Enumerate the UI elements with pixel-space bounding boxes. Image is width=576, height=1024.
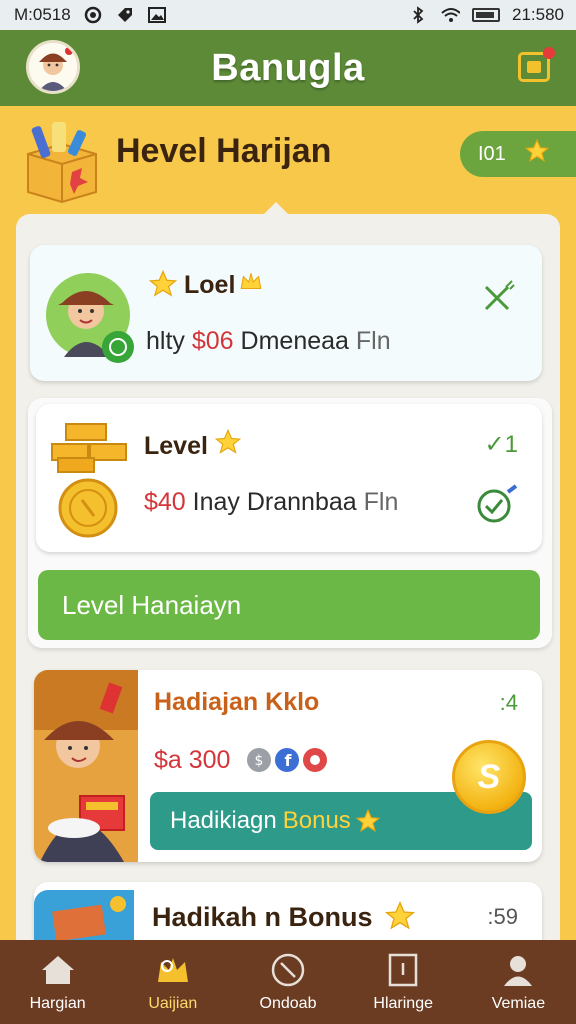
- card-detail: hlty $06 Dmeneaa Fln: [146, 327, 391, 356]
- facebook-icon[interactable]: f: [274, 746, 300, 774]
- nav-item-profile[interactable]: Vemiae: [461, 940, 576, 1024]
- nav-item-home[interactable]: Hargian: [0, 940, 115, 1024]
- avatar[interactable]: [26, 40, 80, 94]
- card-side-value: :59: [487, 904, 518, 929]
- image-icon: [147, 6, 167, 24]
- nav-label: Hlaringe: [373, 995, 433, 1012]
- nav-label: Hargian: [29, 995, 86, 1012]
- coin-icon: [56, 478, 126, 545]
- close-icon[interactable]: [480, 279, 516, 320]
- card-title: Hadikah n Bonus: [152, 902, 373, 932]
- gold-bars-icon: [50, 418, 130, 479]
- svg-text:f: f: [285, 751, 293, 770]
- card-badge: Fln: [355, 327, 391, 355]
- bluetooth-icon: [408, 6, 428, 24]
- star-icon: [148, 269, 178, 304]
- title-area: Hevel Harijan I01: [0, 106, 576, 216]
- status-time-left: M:0518: [14, 5, 71, 24]
- card-detail-label: hlty: [146, 327, 185, 355]
- bonus-button-label: Hadikiagn: [170, 807, 277, 834]
- reward-card-2[interactable]: Level ✓1 $40 Inay Drannbaa Fln: [36, 404, 542, 552]
- nav-label: Vemiae: [491, 995, 546, 1012]
- reward-amount: $06: [191, 327, 234, 355]
- dollar-icon: $: [247, 748, 271, 772]
- home-icon: [38, 951, 78, 989]
- star-icon: [384, 900, 416, 937]
- nav-label: Uaijian: [148, 995, 198, 1012]
- character-illustration: [34, 670, 138, 862]
- reward-amount: $a 300: [154, 746, 231, 774]
- page-title: Hevel Harijan: [116, 132, 332, 170]
- level-button-label: Level Hanaiayn: [62, 589, 242, 620]
- nav-item-document[interactable]: Hlaringe: [346, 940, 461, 1024]
- character-avatar: [44, 265, 134, 363]
- card-detail-text: Dmeneaa: [240, 327, 349, 355]
- card-detail: $a 300: [154, 746, 230, 775]
- app-title: Banugla: [211, 46, 365, 89]
- check-circle-icon[interactable]: [476, 484, 520, 529]
- social-icons: $ f: [246, 746, 328, 774]
- status-time-right: 21:580: [512, 5, 564, 24]
- record-icon: [83, 6, 103, 24]
- nav-item-compass[interactable]: Ondoab: [230, 940, 345, 1024]
- coin-label: S: [477, 757, 501, 796]
- status-bar: M:0518 21:580: [0, 0, 576, 30]
- card-detail: $40 Inay Drannbaa Fln: [144, 488, 398, 517]
- level-pill[interactable]: I01: [460, 131, 576, 177]
- card-side-value: ✓1: [484, 431, 518, 458]
- level-button[interactable]: Level Hanaiayn: [38, 570, 540, 640]
- bottom-nav: Hargian Uaijian Ondoab Hlaringe Vemiae: [0, 940, 576, 1024]
- tag-icon: [115, 6, 135, 24]
- reward-card-1[interactable]: Loel hlty $06 Dmeneaa Fln: [30, 245, 542, 381]
- level-pill-label: I01: [478, 142, 506, 165]
- card-side-value: :4: [499, 690, 518, 715]
- star-icon: [214, 428, 242, 461]
- crown-icon: [153, 951, 193, 989]
- card-detail-text: Inay Drannbaa: [192, 488, 357, 516]
- wifi-icon: [440, 6, 460, 24]
- notification-button[interactable]: [518, 47, 555, 82]
- svg-text:$: $: [255, 753, 264, 769]
- nav-label: Ondoab: [259, 995, 317, 1012]
- battery-icon: [472, 8, 500, 22]
- crown-icon: [238, 269, 264, 300]
- share-icon[interactable]: [302, 746, 328, 774]
- gift-box-icon: [22, 120, 102, 204]
- compass-icon: [268, 951, 308, 989]
- card-title: Loel: [184, 271, 236, 299]
- nav-item-crown[interactable]: Uaijian: [115, 940, 230, 1024]
- star-icon: [524, 138, 550, 170]
- app-header: Banugla: [0, 30, 576, 106]
- star-icon: [355, 808, 381, 834]
- card-title: Hadiajan Kklo: [154, 688, 320, 716]
- profile-icon: [498, 951, 538, 989]
- notification-dot: [543, 47, 555, 59]
- coin-badge: S: [452, 740, 526, 814]
- card-title: Level: [144, 432, 208, 460]
- document-icon: [383, 951, 423, 989]
- reward-amount: $40: [144, 488, 186, 516]
- card-badge: Fln: [363, 488, 399, 516]
- bonus-button-highlight: Bonus: [282, 807, 351, 834]
